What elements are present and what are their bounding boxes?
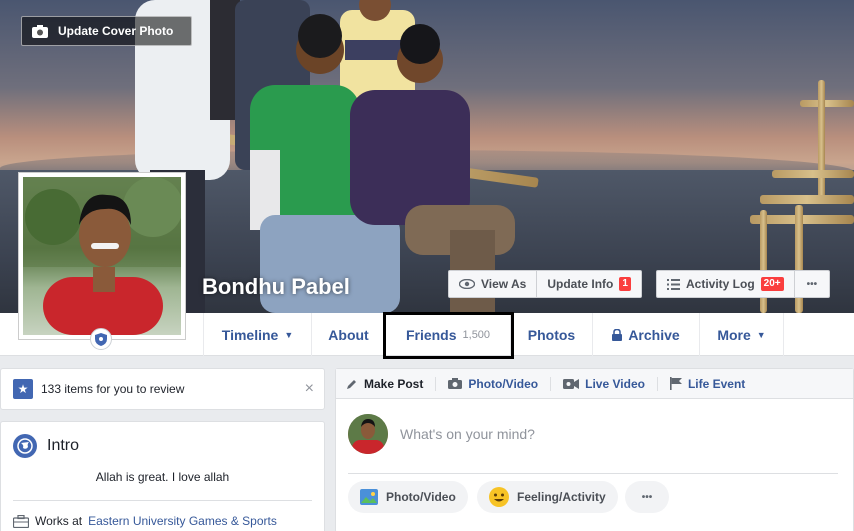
feeling-activity-button[interactable]: Feeling/Activity — [477, 481, 618, 513]
more-options-dots-icon: ••• — [806, 278, 818, 290]
composer-avatar[interactable] — [348, 414, 388, 454]
caret-down-icon: ▼ — [756, 329, 766, 340]
camera-icon — [448, 378, 463, 389]
shield-icon — [95, 332, 107, 346]
whats-on-your-mind-input[interactable]: What's on your mind? — [400, 426, 535, 442]
profile-name[interactable]: Bondhu Pabel — [202, 274, 350, 300]
photo-video-tab[interactable]: Photo/Video — [448, 376, 552, 391]
tab-timeline[interactable]: Timeline ▼ — [203, 313, 311, 356]
intro-bio: Allah is great. I love allah — [95, 470, 230, 484]
activity-log-button[interactable]: Activity Log 20+ — [657, 271, 794, 297]
tab-timeline-label: Timeline — [221, 326, 279, 343]
tab-archive-label: Archive — [628, 326, 680, 343]
update-cover-photo-button[interactable]: Update Cover Photo — [21, 16, 192, 46]
globe-icon — [13, 434, 37, 458]
review-items-text[interactable]: 133 items for you to review — [41, 382, 184, 396]
cover-bamboo — [800, 100, 854, 107]
intro-title: Intro — [47, 437, 80, 454]
update-info-label: Update Info — [547, 277, 614, 291]
composer-more-button[interactable]: ••• — [625, 481, 669, 513]
tab-about[interactable]: About — [311, 313, 385, 356]
composer-avatar-image — [348, 414, 388, 454]
works-at-row: Works at Eastern University Games & Spor… — [13, 514, 277, 528]
update-cover-photo-label: Update Cover Photo — [58, 24, 174, 38]
cover-people-image — [135, 0, 515, 313]
feeling-activity-label: Feeling/Activity — [517, 490, 606, 504]
caret-down-icon: ▼ — [284, 329, 294, 340]
star-icon: ★ — [13, 379, 33, 399]
profile-page: Update Cover Photo Bondhu Pabel View As … — [0, 0, 854, 531]
tab-photos[interactable]: Photos — [510, 313, 592, 356]
live-video-tab[interactable]: Live Video — [563, 376, 658, 391]
photo-video-button[interactable]: Photo/Video — [348, 481, 468, 513]
intro-divider — [13, 500, 312, 501]
briefcase-icon — [13, 514, 29, 528]
close-icon[interactable]: × — [305, 380, 314, 398]
activity-log-group: Activity Log 20+ ••• — [656, 270, 831, 298]
eye-icon — [459, 279, 475, 289]
cover-bamboo — [818, 80, 825, 200]
composer-divider — [348, 473, 838, 474]
flag-icon — [669, 377, 682, 390]
works-at-link[interactable]: Eastern University Games & Sports — [88, 514, 277, 528]
activity-log-label: Activity Log — [686, 277, 755, 291]
update-info-button[interactable]: Update Info 1 — [536, 271, 641, 297]
smiley-icon — [489, 487, 509, 507]
lock-icon — [612, 328, 623, 341]
photo-video-button-label: Photo/Video — [386, 490, 456, 504]
live-video-tab-label: Live Video — [585, 376, 645, 391]
cover-bamboo — [760, 195, 854, 204]
view-as-update-info-group: View As Update Info 1 — [448, 270, 642, 298]
pencil-icon — [347, 379, 356, 389]
tab-more[interactable]: More ▼ — [699, 313, 784, 356]
composer-tabs: Make Post Photo/Video Live Video Life Ev… — [336, 369, 853, 399]
intro-card: Intro Allah is great. I love allah Works… — [0, 421, 325, 531]
photo-video-tab-label: Photo/Video — [468, 376, 539, 391]
video-camera-icon — [563, 378, 580, 389]
life-event-tab[interactable]: Life Event — [669, 376, 757, 391]
camera-icon — [32, 24, 48, 38]
update-info-badge: 1 — [619, 277, 631, 291]
review-items-card[interactable]: ★ 133 items for you to review × — [0, 368, 325, 410]
make-post-label: Make Post — [364, 376, 424, 391]
tab-about-label: About — [328, 326, 369, 343]
make-post-tab[interactable]: Make Post — [346, 376, 437, 391]
profile-guard-shield[interactable] — [90, 328, 112, 350]
works-at-prefix: Works at — [35, 514, 83, 528]
view-as-label: View As — [481, 277, 527, 291]
profile-picture-image — [23, 177, 181, 335]
tab-photos-label: Photos — [527, 326, 576, 343]
list-icon — [667, 278, 680, 290]
more-options-button[interactable]: ••• — [793, 271, 830, 297]
cover-bamboo — [772, 170, 854, 178]
friends-tab-highlight-box — [383, 312, 514, 359]
post-composer: Make Post Photo/Video Live Video Life Ev… — [335, 368, 854, 531]
tab-archive[interactable]: Archive — [592, 313, 699, 356]
photo-icon — [360, 489, 378, 505]
profile-person-image — [23, 177, 181, 335]
view-as-button[interactable]: View As — [449, 271, 536, 297]
tab-more-label: More — [717, 326, 751, 343]
profile-picture[interactable] — [18, 172, 186, 340]
activity-log-badge: 20+ — [760, 277, 784, 291]
composer-more-dots-icon: ••• — [641, 491, 653, 503]
life-event-tab-label: Life Event — [687, 376, 746, 391]
